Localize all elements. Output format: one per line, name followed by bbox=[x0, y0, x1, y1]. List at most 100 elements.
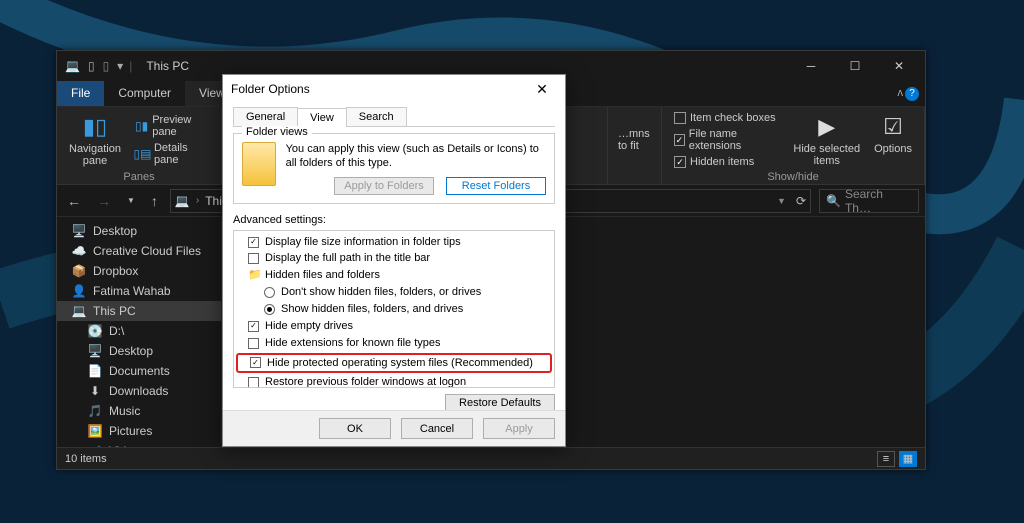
sidebar-item-desktop[interactable]: 🖥️Desktop bbox=[57, 221, 221, 241]
monitor-icon: 💻 bbox=[65, 59, 80, 73]
checkbox-icon bbox=[248, 237, 259, 248]
sidebar-item-label: Fatima Wahab bbox=[93, 284, 171, 298]
highlight-box: Hide protected operating system files (R… bbox=[236, 353, 552, 374]
sidebar-item-this-pc[interactable]: 💻This PC bbox=[57, 301, 221, 321]
sidebar-item-creative-cloud-files[interactable]: ☁️Creative Cloud Files bbox=[57, 241, 221, 261]
options-button[interactable]: ☑ Options bbox=[872, 111, 914, 169]
sidebar-item-icon: 🎵 bbox=[87, 404, 103, 418]
opt-show-hidden[interactable]: Show hidden files, folders, and drives bbox=[236, 301, 552, 318]
overflow-icon[interactable]: ▾ bbox=[117, 59, 123, 73]
size-columns-label[interactable]: …mns to fit bbox=[618, 128, 651, 152]
restore-defaults-button[interactable]: Restore Defaults bbox=[445, 394, 555, 412]
dialog-titlebar: Folder Options ✕ bbox=[223, 75, 565, 103]
sidebar-item-d-[interactable]: 💽D:\ bbox=[57, 321, 221, 341]
help-icon[interactable]: ? bbox=[905, 87, 919, 101]
hide-selected-button[interactable]: ▶ Hide selected items bbox=[791, 111, 862, 169]
details-pane-icon: ▯▤ bbox=[135, 147, 150, 162]
sidebar-item-label: Desktop bbox=[93, 224, 137, 238]
sidebar-item-documents[interactable]: 📄Documents bbox=[57, 361, 221, 381]
reset-folders-button[interactable]: Reset Folders bbox=[446, 177, 546, 195]
sidebar-item-icon: ☁️ bbox=[71, 244, 87, 258]
item-checkboxes-toggle[interactable]: Item check boxes bbox=[672, 111, 781, 125]
sidebar-item-icon: 🖼️ bbox=[87, 424, 103, 438]
collapse-ribbon-icon[interactable]: ᐱ bbox=[898, 89, 903, 98]
checkbox-icon bbox=[674, 156, 686, 168]
sidebar-item-downloads[interactable]: ⬇ Downloads bbox=[57, 381, 221, 401]
hidden-items-toggle[interactable]: Hidden items bbox=[672, 155, 781, 169]
tiles-view-button[interactable]: ▦ bbox=[899, 451, 917, 467]
opt-hide-extensions[interactable]: Hide extensions for known file types bbox=[236, 335, 552, 352]
doc-icon: ▯ bbox=[88, 59, 95, 73]
cancel-button[interactable]: Cancel bbox=[401, 418, 473, 439]
tab-general[interactable]: General bbox=[233, 107, 298, 126]
folder-icon: 📁 bbox=[248, 268, 259, 283]
forward-button[interactable]: → bbox=[93, 189, 115, 213]
opt-display-full-path[interactable]: Display the full path in the title bar bbox=[236, 250, 552, 267]
details-view-button[interactable]: ≡ bbox=[877, 451, 895, 467]
opt-hide-empty-drives[interactable]: Hide empty drives bbox=[236, 318, 552, 335]
sidebar-item-icon: 📦 bbox=[71, 264, 87, 278]
opt-dont-show-hidden[interactable]: Don't show hidden files, folders, or dri… bbox=[236, 284, 552, 301]
checkbox-icon bbox=[250, 357, 261, 368]
navigation-pane-button[interactable]: ▮▯ Navigation pane bbox=[67, 111, 123, 169]
apply-button[interactable]: Apply bbox=[483, 418, 555, 439]
up-button[interactable]: ↑ bbox=[147, 189, 162, 213]
search-placeholder: Search Th… bbox=[845, 187, 912, 215]
maximize-button[interactable]: ☐ bbox=[833, 51, 877, 81]
tab-search[interactable]: Search bbox=[346, 107, 407, 126]
advanced-settings-list[interactable]: Display file size information in folder … bbox=[233, 230, 555, 388]
sidebar-item-desktop[interactable]: 🖥️ Desktop bbox=[57, 341, 221, 361]
preview-pane-button[interactable]: ▯▮Preview pane bbox=[133, 113, 211, 139]
apply-to-folders-button[interactable]: Apply to Folders bbox=[334, 177, 434, 195]
sidebar-item-label: Downloads bbox=[109, 384, 168, 398]
sidebar-item-icon: 🖥️ bbox=[87, 344, 103, 358]
sidebar-item-music[interactable]: 🎵Music bbox=[57, 401, 221, 421]
recent-dropdown[interactable]: ▼ bbox=[123, 192, 139, 209]
panes-group-label: Panes bbox=[67, 169, 211, 183]
options-icon: ☑ bbox=[877, 113, 909, 141]
sidebar-item-pictures[interactable]: 🖼️ Pictures bbox=[57, 421, 221, 441]
opt-hide-protected-os-files[interactable]: Hide protected operating system files (R… bbox=[238, 355, 550, 372]
radio-icon bbox=[264, 304, 275, 315]
checkbox-icon bbox=[248, 377, 259, 387]
window-title: This PC bbox=[146, 59, 189, 73]
checkbox-icon bbox=[248, 321, 259, 332]
preview-pane-icon: ▯▮ bbox=[135, 119, 148, 134]
menu-computer[interactable]: Computer bbox=[104, 81, 185, 106]
checkbox-icon bbox=[674, 134, 685, 146]
menu-file[interactable]: File bbox=[57, 81, 104, 106]
details-pane-label: Details pane bbox=[154, 142, 209, 166]
address-dropdown-icon[interactable]: ▼ bbox=[777, 196, 786, 206]
radio-icon bbox=[264, 287, 275, 298]
details-pane-button[interactable]: ▯▤ Details pane bbox=[133, 141, 211, 167]
ok-button[interactable]: OK bbox=[319, 418, 391, 439]
close-button[interactable]: ✕ bbox=[877, 51, 921, 81]
advanced-settings-label: Advanced settings: bbox=[233, 214, 555, 226]
showhide-group-label: Show/hide bbox=[672, 169, 914, 183]
dialog-tabs: General View Search bbox=[233, 107, 555, 127]
refresh-icon[interactable]: ⟳ bbox=[796, 194, 806, 208]
tab-view[interactable]: View bbox=[297, 108, 347, 127]
file-extensions-toggle[interactable]: File name extensions bbox=[672, 127, 781, 153]
search-input[interactable]: 🔍 Search Th… bbox=[819, 189, 919, 213]
dialog-footer: OK Cancel Apply bbox=[223, 410, 565, 446]
minimize-button[interactable]: ─ bbox=[789, 51, 833, 81]
sidebar-item-icon: 📄 bbox=[87, 364, 103, 378]
back-button[interactable]: ← bbox=[63, 189, 85, 213]
sidebar-item-label: Pictures bbox=[109, 424, 152, 438]
sidebar-item-icon: ⬇ bbox=[87, 384, 103, 398]
nav-pane-label: Navigation pane bbox=[69, 143, 121, 167]
opt-restore-previous-windows[interactable]: Restore previous folder windows at logon bbox=[236, 374, 552, 387]
folder-views-desc: You can apply this view (such as Details… bbox=[286, 142, 546, 171]
opt-display-file-size[interactable]: Display file size information in folder … bbox=[236, 234, 552, 251]
sidebar-item-fatima-wahab[interactable]: 👤Fatima Wahab bbox=[57, 281, 221, 301]
dialog-close-button[interactable]: ✕ bbox=[527, 77, 557, 101]
sidebar-item-dropbox[interactable]: 📦Dropbox bbox=[57, 261, 221, 281]
sidebar-item-label: D:\ bbox=[109, 324, 124, 338]
dialog-title: Folder Options bbox=[231, 82, 310, 96]
sidebar-item-label: Desktop bbox=[109, 344, 153, 358]
folder-options-dialog: Folder Options ✕ General View Search Fol… bbox=[222, 74, 566, 447]
nav-pane-icon: ▮▯ bbox=[79, 113, 111, 141]
doc-icon-2: ▯ bbox=[103, 59, 110, 73]
folder-icon bbox=[242, 142, 276, 186]
